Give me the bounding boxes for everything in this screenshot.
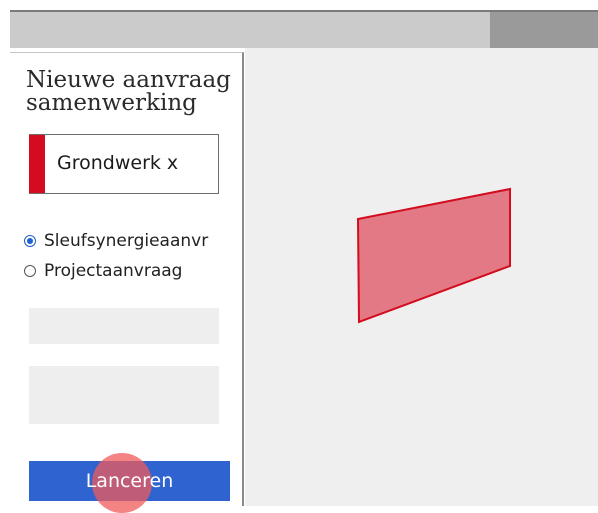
map-drawing-layer [356,187,511,324]
radio-checked-icon[interactable] [24,235,36,247]
input-field-2[interactable] [29,366,219,424]
top-toolbar [10,10,598,48]
radio-option-sleuf[interactable]: Sleufsynergieaanvr [24,231,208,251]
radio-label-project: Projectaanvraag [44,261,183,281]
name-accent-bar [29,135,45,193]
drawn-area-polygon[interactable] [356,187,511,324]
panel-title: Nieuwe aanvraag samenwerking [26,67,231,116]
launch-button-label: Lanceren [85,470,174,492]
radio-label-sleuf: Sleufsynergieaanvr [44,231,209,251]
radio-unchecked-icon[interactable] [24,265,36,277]
request-panel: Nieuwe aanvraag samenwerking Grondwerk x… [10,52,244,506]
request-name-value: Grondwerk x [57,152,179,174]
radio-option-project[interactable]: Projectaanvraag [24,261,182,281]
launch-button[interactable]: Lanceren [29,461,230,501]
request-name-field[interactable]: Grondwerk x [29,134,219,194]
map-canvas[interactable] [245,48,598,506]
toolbar-right-section [490,12,598,48]
input-field-1[interactable] [29,308,219,344]
